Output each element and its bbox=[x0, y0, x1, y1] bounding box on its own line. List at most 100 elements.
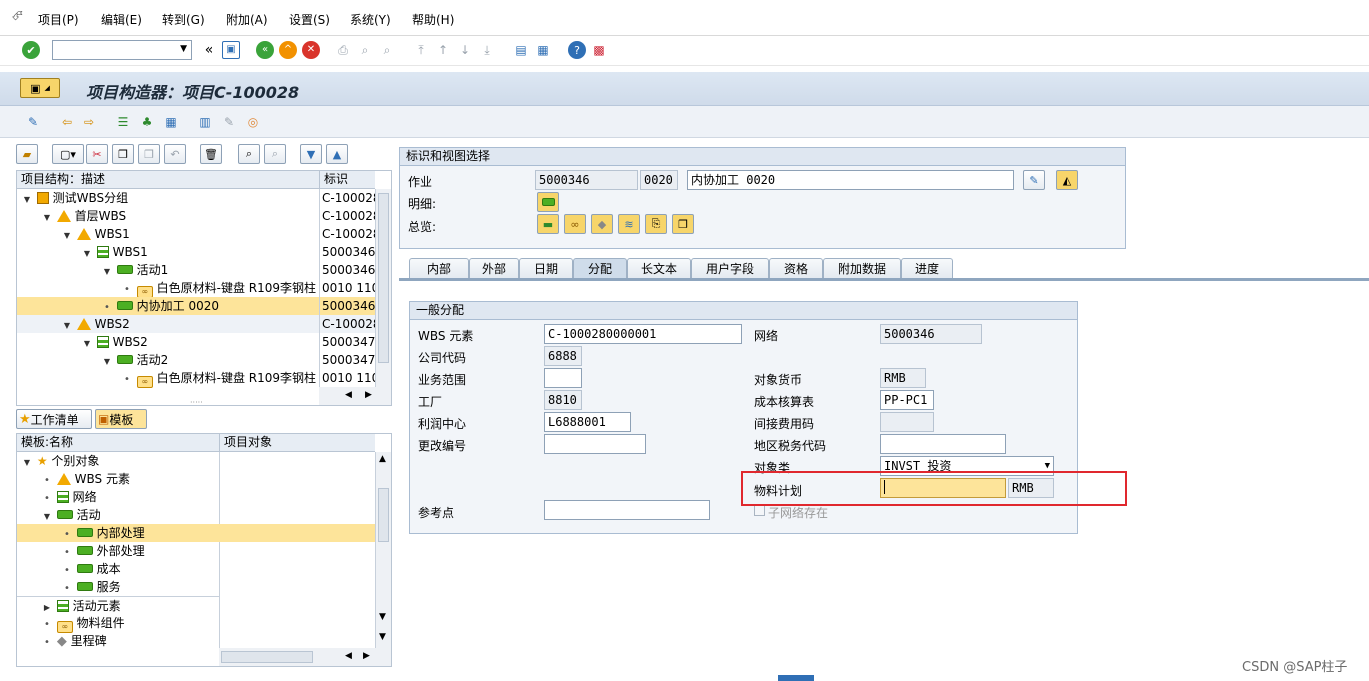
wbs-element-field[interactable]: C-1000280000001 bbox=[544, 324, 742, 344]
template-tab[interactable]: ▣ 模板 bbox=[95, 409, 147, 429]
business-area-field[interactable] bbox=[544, 368, 582, 388]
overview-relationships-icon[interactable]: ≋ bbox=[618, 214, 640, 234]
scroll-up-icon[interactable]: ▲ bbox=[379, 454, 386, 464]
chevron-down-icon[interactable]: ▼ bbox=[180, 44, 187, 54]
operation-number-field[interactable]: 0020 bbox=[640, 170, 678, 190]
tree-row[interactable]: ▼ 首层WBS bbox=[17, 207, 319, 225]
tree-row[interactable]: ▼ WBS2 bbox=[17, 333, 319, 351]
overview-activities-icon[interactable]: ▬ bbox=[537, 214, 559, 234]
tree-row[interactable]: ▼ 活动2 bbox=[17, 351, 319, 369]
gantt-icon[interactable]: ▥ bbox=[196, 113, 214, 131]
tab-external[interactable]: 外部 bbox=[469, 258, 519, 279]
template-row-selected[interactable]: • 内部处理 bbox=[17, 524, 375, 542]
tab-additional-data[interactable]: 附加数据 bbox=[823, 258, 901, 279]
double-left-icon[interactable]: « bbox=[200, 41, 218, 59]
operation-network-field[interactable]: 5000346 bbox=[535, 170, 638, 190]
menu-extras[interactable]: 附加(A) bbox=[226, 11, 268, 28]
collapse-icon[interactable]: ▲ bbox=[326, 144, 348, 164]
template-row[interactable]: • ∞ 物料组件 bbox=[17, 614, 219, 633]
find-tree-icon[interactable]: ⌕ bbox=[238, 144, 260, 164]
paste-icon[interactable]: ❐ bbox=[138, 144, 160, 164]
subnetwork-checkbox[interactable] bbox=[754, 505, 765, 516]
save-icon[interactable]: ▣ bbox=[222, 41, 240, 59]
tree-row[interactable]: • ∞ 白色原材料-键盘 R109李钢柱 bbox=[17, 369, 319, 388]
cut-icon[interactable]: ✂ bbox=[86, 144, 108, 164]
tab-internal[interactable]: 内部 bbox=[409, 258, 469, 279]
cancel-icon[interactable]: ✕ bbox=[302, 41, 320, 59]
costing-sheet-field[interactable]: PP-PC1 bbox=[880, 390, 934, 410]
profit-center-field[interactable]: L6888001 bbox=[544, 412, 631, 432]
find-next-tree-icon[interactable]: ⌕ bbox=[264, 144, 286, 164]
tab-dates[interactable]: 日期 bbox=[519, 258, 573, 279]
template-row[interactable]: • 外部处理 bbox=[17, 542, 219, 560]
overview-components-icon[interactable]: ∞ bbox=[564, 214, 586, 234]
expand-icon[interactable]: ▼ bbox=[300, 144, 322, 164]
menu-project[interactable]: 项目(P) bbox=[38, 11, 79, 28]
last-page-icon[interactable]: ⤓ bbox=[478, 41, 496, 59]
delete-icon[interactable]: 🗑 bbox=[200, 144, 222, 164]
overview-milestones-icon[interactable]: ◆ bbox=[591, 214, 613, 234]
worklist-tab[interactable]: ★ 工作清单 bbox=[16, 409, 92, 429]
tree-row[interactable]: ▼ WBS1 bbox=[17, 243, 319, 261]
scroll-thumb[interactable] bbox=[221, 651, 313, 663]
back-icon[interactable]: « bbox=[256, 41, 274, 59]
next-object-icon[interactable]: ⇨ bbox=[80, 113, 98, 131]
sap-menu-icon[interactable]: ⮶ bbox=[12, 9, 22, 24]
find-icon[interactable]: ⌕ bbox=[356, 41, 374, 59]
display-change-icon[interactable]: ✎ bbox=[24, 113, 42, 131]
edit-text-icon[interactable]: ✎ bbox=[1023, 170, 1045, 190]
picture-icon[interactable]: ◭ bbox=[1056, 170, 1078, 190]
scroll-thumb[interactable] bbox=[378, 488, 389, 542]
tree-row[interactable]: ▼ WBS1 bbox=[17, 225, 319, 243]
object-currency-field[interactable]: RMB bbox=[880, 368, 926, 388]
open-icon[interactable]: ▰ bbox=[16, 144, 38, 164]
scroll-right-icon[interactable]: ▶ bbox=[365, 390, 372, 400]
find-next-icon[interactable]: ⌕ bbox=[378, 41, 396, 59]
copy-icon[interactable]: ❐ bbox=[112, 144, 134, 164]
menu-help[interactable]: 帮助(H) bbox=[412, 11, 454, 28]
tab-assignments[interactable]: 分配 bbox=[573, 258, 627, 279]
create-icon[interactable]: ▢▾ bbox=[52, 144, 84, 164]
company-code-field[interactable]: 6888 bbox=[544, 346, 582, 366]
horizontal-scrollbar[interactable]: ◀ ▶ bbox=[219, 648, 391, 666]
scroll-down-icon[interactable]: ▼ bbox=[379, 612, 386, 622]
scroll-left-icon[interactable]: ◀ bbox=[345, 390, 352, 400]
menu-edit[interactable]: 编辑(E) bbox=[101, 11, 142, 28]
change-number-field[interactable] bbox=[544, 434, 646, 454]
template-row[interactable]: • 服务 bbox=[17, 578, 219, 596]
overview-prt-icon[interactable]: ❐ bbox=[672, 214, 694, 234]
template-row[interactable]: • WBS 元素 bbox=[17, 470, 219, 488]
template-row[interactable]: ▼ 活动 bbox=[17, 506, 219, 524]
hierarchy-icon[interactable]: ☰ bbox=[114, 113, 132, 131]
enter-icon[interactable]: ✔ bbox=[22, 41, 40, 59]
shortcut-icon[interactable]: ▦ bbox=[534, 41, 552, 59]
new-session-icon[interactable]: ▤ bbox=[512, 41, 530, 59]
status-icon[interactable]: ◎ bbox=[244, 113, 262, 131]
tab-long-text[interactable]: 长文本 bbox=[627, 258, 691, 279]
menu-system[interactable]: 系统(Y) bbox=[350, 11, 391, 28]
tab-qualification[interactable]: 资格 bbox=[769, 258, 823, 279]
plant-field[interactable]: 8810 bbox=[544, 390, 582, 410]
previous-object-icon[interactable]: ⇦ bbox=[58, 113, 76, 131]
network-graphic-icon[interactable]: ▦ bbox=[162, 113, 180, 131]
prev-page-icon[interactable]: ↑ bbox=[434, 41, 452, 59]
overview-documents-icon[interactable]: ⎘ bbox=[645, 214, 667, 234]
template-row[interactable]: • ◆ 里程碑 bbox=[17, 632, 219, 650]
first-page-icon[interactable]: ⤒ bbox=[412, 41, 430, 59]
menu-settings[interactable]: 设置(S) bbox=[289, 11, 330, 28]
tab-progress[interactable]: 进度 bbox=[901, 258, 953, 279]
template-row[interactable]: ▼ ★ 个别对象 bbox=[17, 452, 219, 470]
vertical-scrollbar[interactable] bbox=[375, 189, 391, 387]
scroll-down-icon[interactable]: ▼ bbox=[379, 632, 386, 642]
print-icon[interactable]: ⎙ bbox=[334, 41, 352, 59]
layout-icon[interactable]: ▩ bbox=[590, 41, 608, 59]
scroll-right-icon[interactable]: ▶ bbox=[363, 651, 370, 661]
command-field[interactable]: ▼ bbox=[52, 40, 192, 60]
undo-icon[interactable]: ↶ bbox=[164, 144, 186, 164]
reference-point-field[interactable] bbox=[544, 500, 710, 520]
detail-activity-icon[interactable] bbox=[537, 192, 559, 212]
overhead-key-field[interactable] bbox=[880, 412, 934, 432]
help-icon[interactable]: ? bbox=[568, 41, 586, 59]
operation-description-field[interactable]: 内协加工 0020 bbox=[687, 170, 1014, 190]
tab-user-fields[interactable]: 用户字段 bbox=[691, 258, 769, 279]
